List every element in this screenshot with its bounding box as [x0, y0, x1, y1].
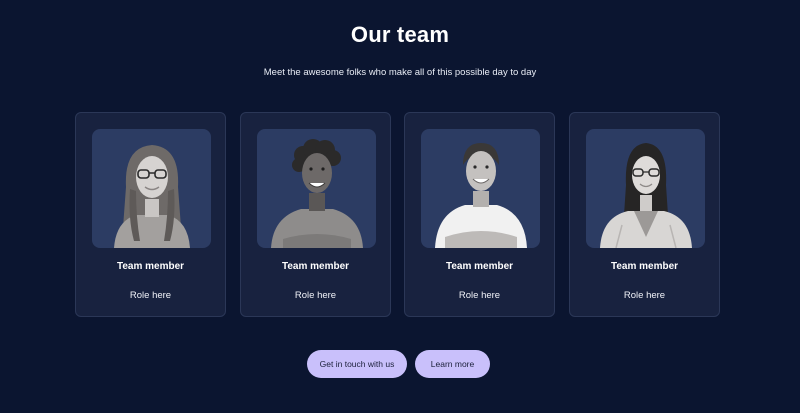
- member-name: Team member: [445, 261, 514, 272]
- team-section: Our team Meet the awesome folks who make…: [0, 0, 800, 413]
- member-photo: [257, 129, 376, 248]
- member-role: Role here: [129, 290, 172, 301]
- member-photo: [586, 129, 705, 248]
- team-card: Team member Role here: [75, 112, 226, 317]
- member-photo: [92, 129, 211, 248]
- learn-more-button[interactable]: Learn more: [415, 350, 490, 378]
- page-title: Our team: [350, 22, 450, 47]
- team-card: Team member Role here: [404, 112, 555, 317]
- get-in-touch-button[interactable]: Get in touch with us: [307, 350, 407, 378]
- team-card: Team member Role here: [569, 112, 720, 317]
- page-subtitle: Meet the awesome folks who make all of t…: [263, 67, 537, 78]
- member-name: Team member: [610, 261, 679, 272]
- member-name: Team member: [116, 261, 185, 272]
- member-photo: [421, 129, 540, 248]
- member-role: Role here: [623, 290, 666, 301]
- member-name: Team member: [281, 261, 350, 272]
- team-card-list: Team member Role here Team member Role h…: [75, 112, 725, 318]
- member-role: Role here: [458, 290, 501, 301]
- member-role: Role here: [294, 290, 337, 301]
- team-card: Team member Role here: [240, 112, 391, 317]
